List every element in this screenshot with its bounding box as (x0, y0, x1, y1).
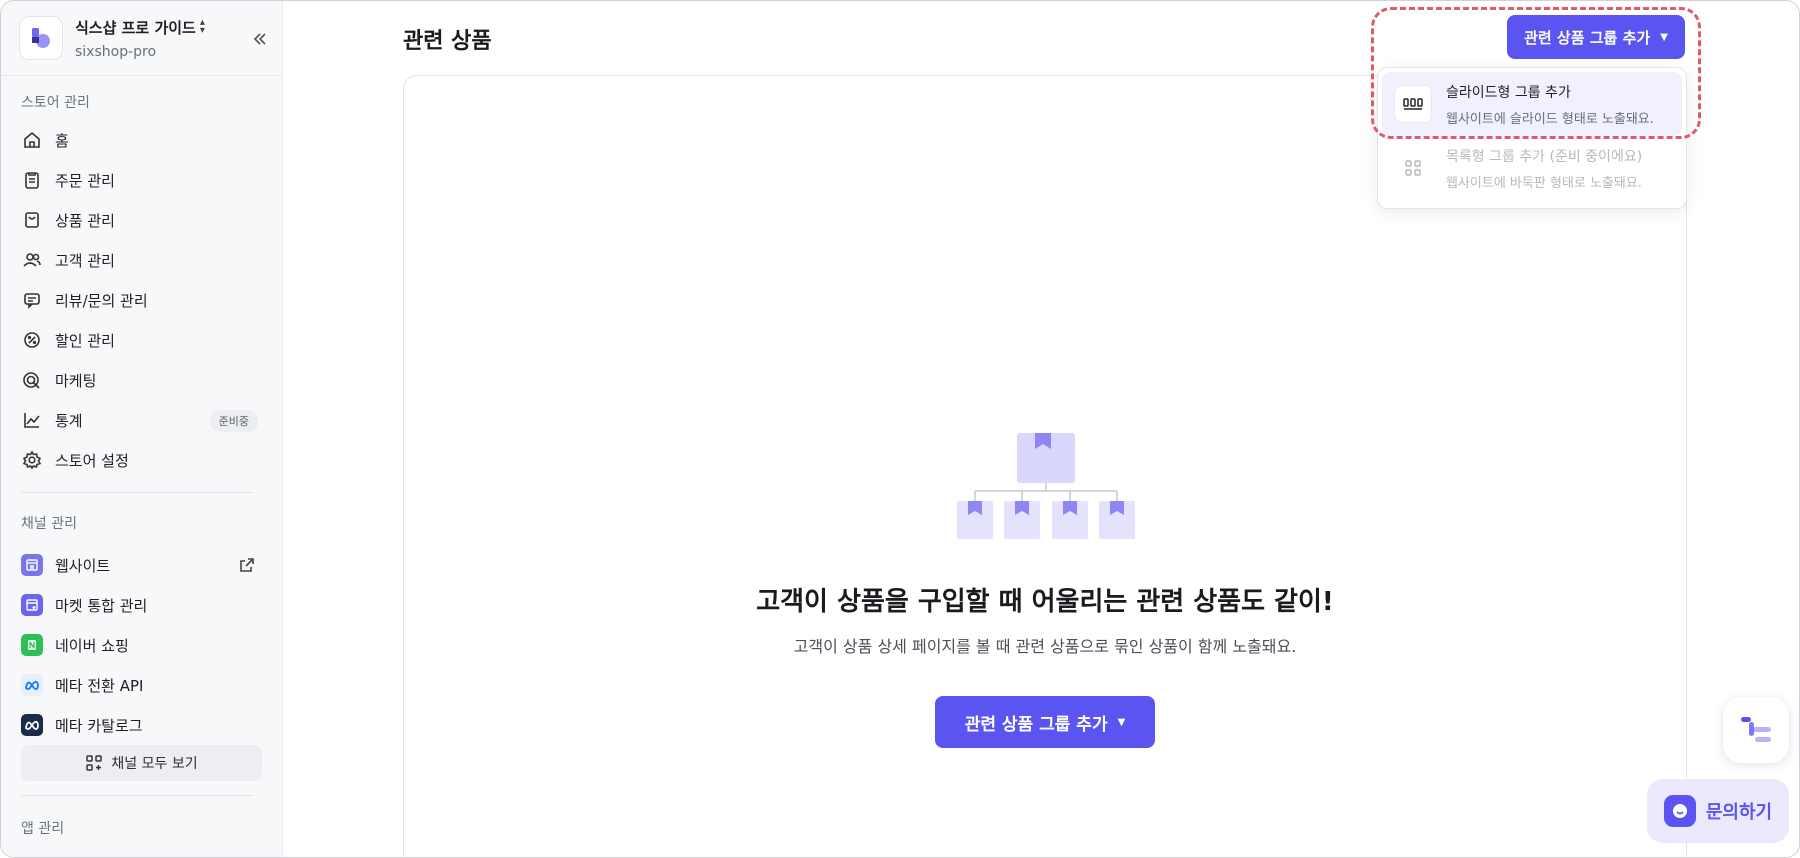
meta-catalog-icon (21, 714, 43, 736)
store-name: 식스샵 프로 가이드 (75, 18, 196, 37)
store-logo (19, 16, 63, 60)
store-subdomain: sixshop-pro (75, 43, 157, 60)
collapse-sidebar-button[interactable] (246, 25, 274, 53)
home-icon (21, 129, 43, 151)
app-section-title: 앱 관리 (21, 821, 65, 837)
sidebar-item-store-settings[interactable]: 스토어 설정 (1, 440, 282, 480)
related-products-illustration (957, 433, 1135, 539)
meta-icon (21, 674, 43, 696)
percent-badge-icon (21, 329, 43, 351)
highlight-annotation (1371, 7, 1701, 139)
store-switcher[interactable]: 식스샵 프로 가이드 ▴ ▾ sixshop-pro (1, 1, 282, 76)
all-channels-button[interactable]: 채널 모두 보기 (21, 745, 262, 781)
store-section-title: 스토어 관리 (21, 95, 90, 111)
users-icon (21, 249, 43, 271)
clipboard-icon (21, 169, 43, 191)
empty-state-title: 고객이 상품을 구입할 때 어울리는 관련 상품도 같이! (756, 587, 1334, 617)
double-chevron-left-icon (253, 33, 266, 45)
page-title: 관련 상품 (403, 29, 492, 54)
inquiry-chat-button[interactable]: 문의하기 (1647, 779, 1789, 843)
naver-icon (21, 634, 43, 656)
market-icon (21, 594, 43, 616)
caret-down-icon: ▼ (1117, 716, 1126, 728)
external-link-icon[interactable] (238, 556, 256, 578)
chat-icon (1663, 795, 1696, 827)
sidebar-item-marketing[interactable]: 마케팅 (1, 360, 282, 400)
sidebar: 식스샵 프로 가이드 ▴ ▾ sixshop-pro 스토어 관리 홈 주문 관리… (1, 1, 283, 857)
menu-item-title: 목록형 그룹 추가 (준비 중이에요) (1446, 148, 1643, 165)
guide-icon (1741, 717, 1771, 742)
sidebar-item-meta-api[interactable]: 메타 전환 API (1, 665, 282, 705)
grid-plus-icon (86, 755, 103, 771)
guide-floating-button[interactable] (1723, 697, 1789, 763)
menu-item-description: 웹사이트에 바둑판 형태로 노출돼요. (1446, 175, 1642, 191)
sidebar-item-discounts[interactable]: 할인 관리 (1, 320, 282, 360)
empty-state-description: 고객이 상품 상세 페이지를 볼 때 관련 상품으로 묶인 상품이 함께 노출돼… (793, 637, 1297, 656)
channel-section-title: 채널 관리 (21, 516, 77, 532)
menu-item-grid-group[interactable]: 목록형 그룹 추가 (준비 중이에요) 웹사이트에 바둑판 형태로 노출돼요. (1382, 136, 1682, 200)
sidebar-item-market[interactable]: 마켓 통합 관리 (1, 585, 282, 625)
sidebar-item-home[interactable]: 홈 (1, 120, 282, 160)
updown-icon: ▴ ▾ (199, 17, 205, 36)
target-icon (21, 369, 43, 391)
sidebar-item-products[interactable]: 상품 관리 (1, 200, 282, 240)
sidebar-item-reviews[interactable]: 리뷰/문의 관리 (1, 280, 282, 320)
sidebar-item-orders[interactable]: 주문 관리 (1, 160, 282, 200)
message-icon (21, 289, 43, 311)
sidebar-item-website[interactable]: 웹사이트 (1, 545, 282, 585)
settings-icon (21, 449, 43, 471)
sidebar-item-naver[interactable]: 네이버 쇼핑 (1, 625, 282, 665)
shopping-bag-icon (21, 209, 43, 231)
add-related-group-center-button[interactable]: 관련 상품 그룹 추가 ▼ (935, 696, 1155, 748)
sidebar-item-stats[interactable]: 통계 준비중 (1, 400, 282, 440)
chart-line-icon (21, 409, 43, 431)
status-badge: 준비중 (209, 410, 258, 432)
app-window: 식스샵 프로 가이드 ▴ ▾ sixshop-pro 스토어 관리 홈 주문 관리… (0, 0, 1800, 858)
grid-group-icon (1394, 149, 1432, 187)
sidebar-item-customers[interactable]: 고객 관리 (1, 240, 282, 280)
sidebar-item-meta-catalog[interactable]: 메타 카탈로그 (1, 705, 282, 745)
website-icon (21, 554, 43, 576)
